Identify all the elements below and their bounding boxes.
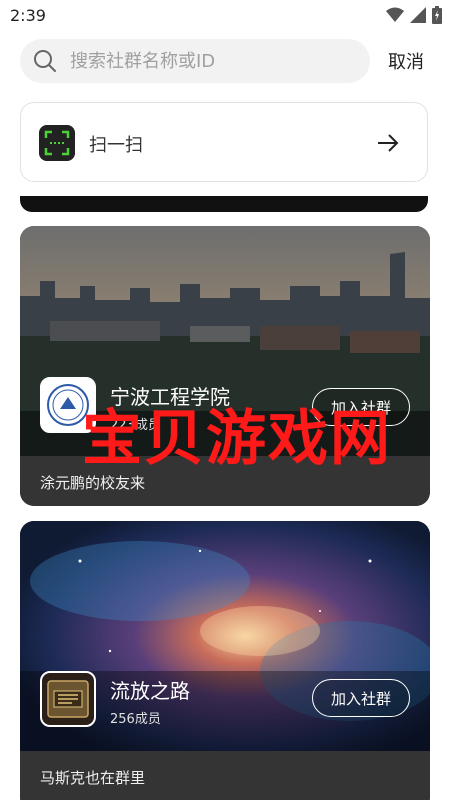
scan-label: 扫一扫 (89, 135, 143, 156)
group-card[interactable]: 流放之路 256成员 加入社群 马斯克也在群里 (20, 521, 430, 800)
group-list[interactable]: 宁波工程学院 223成员 加入社群 涂元鹏的校友来 流放之路 256成员 加入社… (0, 196, 450, 800)
group-description-bar: 马斯克也在群里 (20, 751, 430, 800)
group-avatar (40, 671, 96, 727)
search-icon (34, 50, 56, 72)
search-box[interactable] (20, 39, 370, 83)
battery-icon (432, 6, 442, 24)
previous-card-edge (20, 196, 428, 212)
group-description: 马斯克也在群里 (40, 769, 146, 787)
cancel-button[interactable]: 取消 (388, 48, 424, 74)
join-group-button[interactable]: 加入社群 (311, 679, 410, 717)
signal-icon (410, 7, 426, 23)
status-icons (386, 6, 442, 24)
status-time: 2:39 (10, 6, 46, 25)
group-name: 流放之路 (110, 679, 190, 703)
member-count: 256成员 (110, 712, 161, 727)
search-input[interactable] (68, 49, 352, 73)
game-logo-icon (42, 673, 94, 725)
arrow-right-icon[interactable] (377, 133, 399, 153)
watermark-text: 宝贝游戏网 (82, 404, 392, 474)
status-bar: 2:39 (0, 0, 450, 32)
wifi-icon (386, 7, 404, 22)
scan-icon (39, 125, 75, 161)
scan-card[interactable]: 扫一扫 (20, 102, 428, 182)
